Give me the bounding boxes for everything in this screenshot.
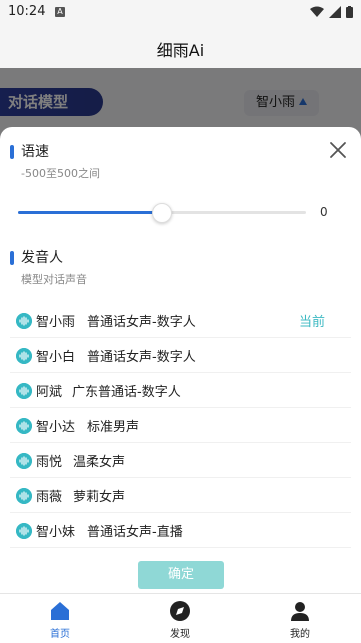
tab-discover-label: 发现 xyxy=(170,629,190,640)
compass-icon xyxy=(170,601,190,621)
voice-name: 智小达 xyxy=(36,420,76,435)
speaker-title: 发音人 xyxy=(21,250,63,266)
section-marker xyxy=(10,251,14,265)
voice-desc: 普通话女声-直播 xyxy=(87,525,183,540)
voice-desc: 温柔女声 xyxy=(73,455,126,470)
voice-item[interactable]: 雨薇 萝莉女声 xyxy=(10,478,351,513)
slider-thumb[interactable] xyxy=(152,203,172,223)
voice-name: 智小白 xyxy=(36,350,76,365)
voice-name: 雨薇 xyxy=(36,490,63,505)
sound-wave-icon xyxy=(16,523,32,539)
voice-item[interactable]: 智小白 普通话女声-数字人 xyxy=(10,338,351,373)
voice-desc: 广东普通话-数字人 xyxy=(72,385,181,400)
voice-desc: 普通话女声-数字人 xyxy=(87,350,196,365)
sound-wave-icon xyxy=(16,453,32,469)
app-bar: 细雨Ai xyxy=(0,26,361,68)
app-title: 细雨Ai xyxy=(156,41,205,60)
voice-name: 智小妹 xyxy=(36,525,76,540)
sound-wave-icon xyxy=(16,313,32,329)
voice-name: 智小雨 xyxy=(36,315,76,330)
sound-wave-icon xyxy=(16,348,32,364)
speaker-subtitle: 模型对话声音 xyxy=(21,273,87,286)
user-icon xyxy=(291,602,309,621)
tab-profile-label: 我的 xyxy=(290,629,310,640)
sound-wave-icon xyxy=(16,383,32,399)
wifi-icon xyxy=(310,6,324,17)
sound-wave-icon xyxy=(16,418,32,434)
voice-item[interactable]: 阿斌 广东普通话-数字人 xyxy=(10,373,351,408)
voice-item[interactable]: 雨悦 温柔女声 xyxy=(10,443,351,478)
slider-fill xyxy=(18,211,162,214)
speed-value: 0 xyxy=(320,205,328,219)
system-icons xyxy=(310,6,353,18)
voice-desc: 普通话女声-数字人 xyxy=(87,315,196,330)
status-bar: 10:24 A xyxy=(0,0,361,26)
confirm-button[interactable]: 确定 xyxy=(138,561,224,589)
tab-home[interactable]: 首页 xyxy=(20,594,100,643)
speed-title: 语速 xyxy=(21,144,49,160)
voice-desc: 标准男声 xyxy=(87,420,140,435)
signal-icon xyxy=(329,6,341,18)
voice-item[interactable]: 智小雨 普通话女声-数字人 当前 xyxy=(10,303,351,338)
voice-settings-sheet: 语速 -500至500之间 0 发音人 模型对话声音 智小雨 普通话女声-数字人… xyxy=(0,127,361,593)
tab-profile[interactable]: 我的 xyxy=(260,594,340,643)
home-icon xyxy=(51,602,69,620)
status-time: 10:24 xyxy=(8,4,46,19)
speed-subtitle: -500至500之间 xyxy=(21,167,100,180)
voice-desc: 萝莉女声 xyxy=(73,490,126,505)
sound-wave-icon xyxy=(16,488,32,504)
voice-list: 智小雨 普通话女声-数字人 当前 智小白 普通话女声-数字人 阿斌 广东普通话-… xyxy=(0,303,361,548)
current-badge: 当前 xyxy=(298,315,325,330)
voice-item[interactable]: 智小达 标准男声 xyxy=(10,408,351,443)
voice-name: 雨悦 xyxy=(36,455,63,470)
tab-discover[interactable]: 发现 xyxy=(140,594,220,643)
section-marker xyxy=(10,145,14,159)
notification-icon: A xyxy=(55,7,65,17)
tab-home-label: 首页 xyxy=(50,629,70,640)
close-icon[interactable] xyxy=(329,141,347,159)
bottom-tab-bar: 首页 发现 我的 xyxy=(0,593,361,643)
voice-name: 阿斌 xyxy=(36,385,63,400)
battery-icon xyxy=(346,6,353,18)
speed-slider[interactable] xyxy=(18,203,306,223)
voice-item[interactable]: 智小妹 普通话女声-直播 xyxy=(10,513,351,548)
